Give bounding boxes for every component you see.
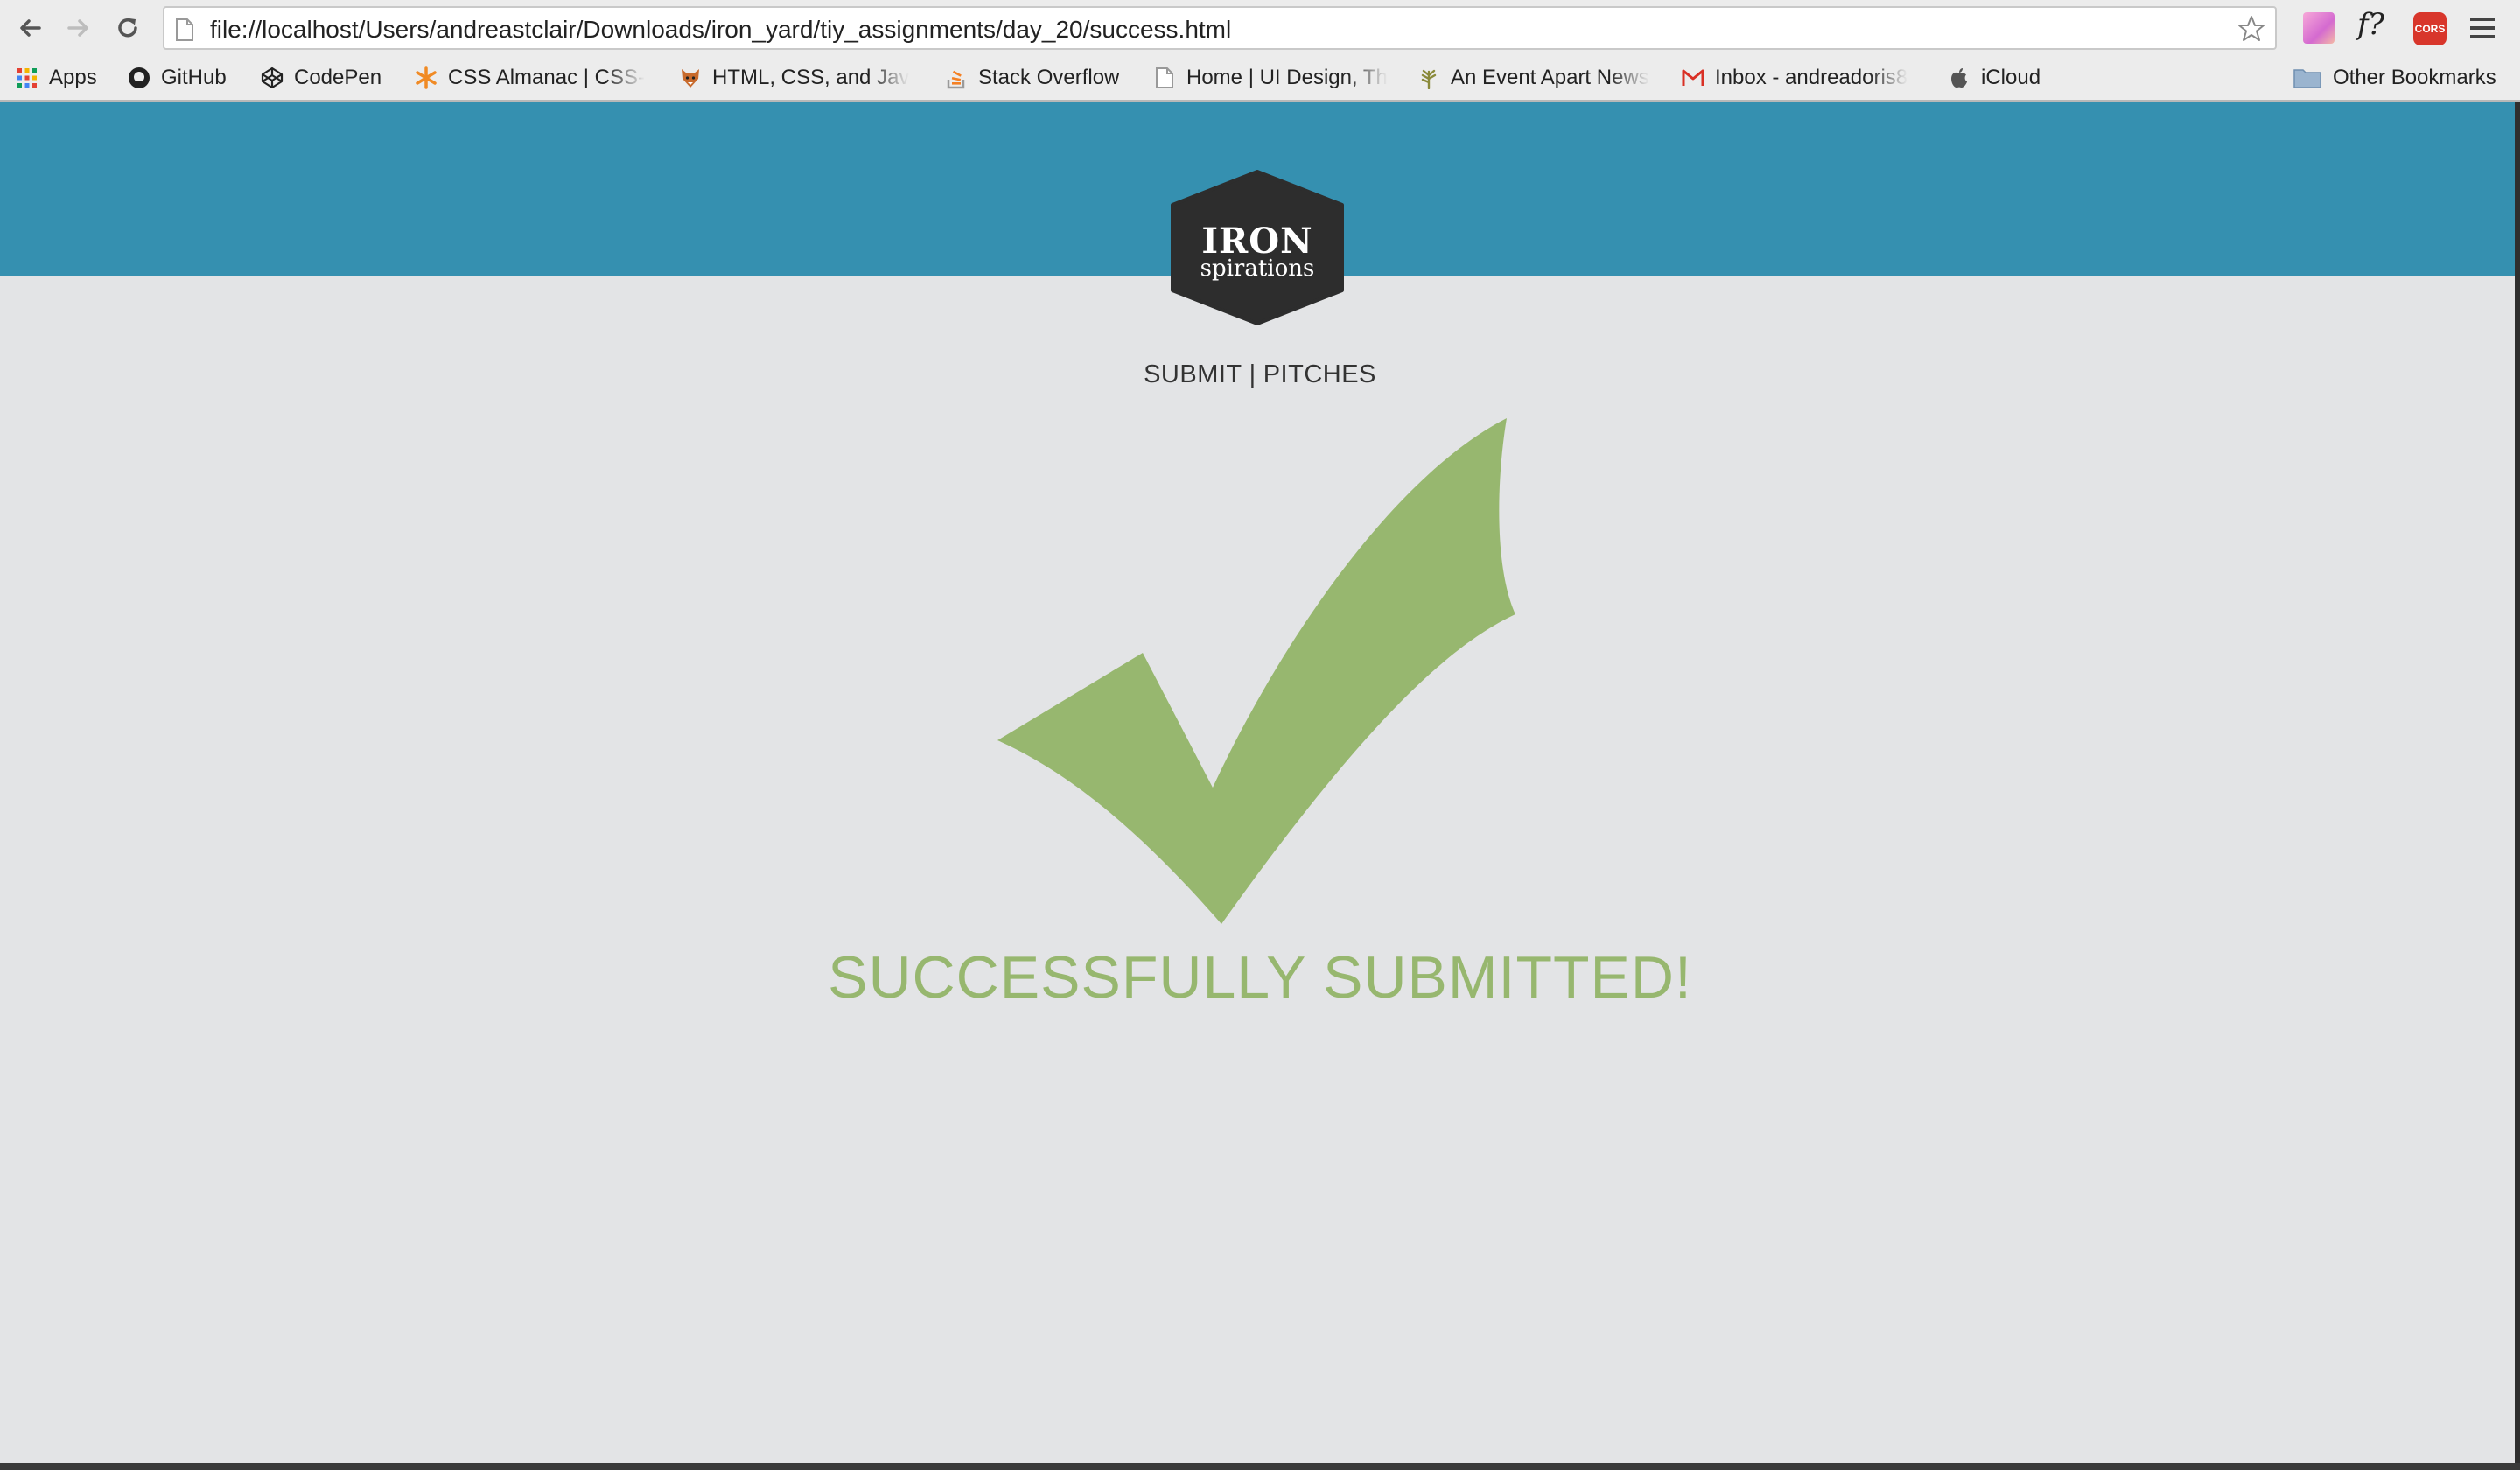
css-tricks-icon [415, 66, 438, 89]
bookmark-label: CSS Almanac | CSS- [448, 66, 645, 89]
bookmark-label: CodePen [294, 66, 382, 89]
gradient-extension-icon[interactable] [2303, 12, 2336, 46]
bookmark-label: An Event Apart News [1451, 66, 1649, 89]
url-text: file://localhost/Users/andreastclair/Dow… [210, 16, 1232, 43]
cors-label: CORS [2413, 12, 2446, 46]
cors-extension-icon[interactable]: CORS [2413, 12, 2446, 46]
logo-text-spirations: spirations [1200, 256, 1315, 282]
font-extension-icon[interactable]: f? [2357, 7, 2390, 42]
wheat-icon [1418, 66, 1440, 89]
bookmark-label: iCloud [1981, 66, 2041, 89]
bookmark-html-css[interactable]: HTML, CSS, and Jav [679, 63, 917, 93]
browser-chrome: file://localhost/Users/andreastclair/Dow… [0, 0, 2520, 102]
bookmark-other[interactable]: Other Bookmarks [2292, 63, 2496, 93]
fox-icon [679, 66, 702, 89]
bookmark-label: Inbox - andreadoris8 [1715, 66, 1908, 89]
stackoverflow-icon [945, 66, 968, 89]
address-bar[interactable]: file://localhost/Users/andreastclair/Dow… [163, 6, 2277, 50]
apple-icon [1948, 66, 1970, 89]
apps-grid-icon [16, 66, 38, 89]
bookmark-label: HTML, CSS, and Jav [712, 66, 910, 89]
codepen-icon [261, 66, 284, 89]
arrow-right-icon [67, 19, 88, 37]
github-icon [128, 66, 150, 89]
reload-icon [118, 18, 137, 38]
bookmark-label: Home | UI Design, Th [1186, 66, 1388, 89]
browser-toolbar: file://localhost/Users/andreastclair/Dow… [0, 0, 2520, 58]
main-nav: SUBMIT | PITCHES [0, 360, 2520, 389]
nav-separator: | [1249, 360, 1256, 388]
folder-icon [2292, 66, 2322, 89]
bookmark-stackoverflow[interactable]: Stack Overflow [945, 63, 1119, 93]
gmail-icon [1682, 66, 1704, 89]
bookmark-inbox[interactable]: Inbox - andreadoris8 [1682, 63, 1920, 93]
iron-spirations-logo[interactable]: IRON spirations [1169, 170, 1346, 326]
bookmarks-bar: Apps GitHub CodePen CSS Almanac | CSS- H… [0, 58, 2520, 98]
bookmark-star-icon[interactable] [2236, 14, 2266, 44]
menu-button[interactable] [2468, 14, 2501, 47]
window-edge-bottom [0, 1463, 2520, 1470]
bookmark-label: Apps [49, 66, 97, 89]
page-icon [176, 18, 193, 41]
bookmark-label: Stack Overflow [978, 66, 1120, 89]
bookmark-label: Other Bookmarks [2333, 66, 2496, 89]
bookmark-codepen[interactable]: CodePen [261, 63, 382, 93]
nav-pitches-link[interactable]: PITCHES [1264, 360, 1376, 388]
bookmark-css-almanac[interactable]: CSS Almanac | CSS- [415, 63, 654, 93]
arrow-left-icon [20, 19, 41, 37]
reload-button[interactable] [108, 9, 147, 47]
nav-submit-link[interactable]: SUBMIT [1144, 360, 1242, 388]
checkmark-icon [998, 418, 1516, 924]
bookmark-apps[interactable]: Apps [16, 63, 97, 93]
success-message: SUCCESSFULLY SUBMITTED! [828, 944, 1692, 1011]
font-extension-label: f? [2357, 7, 2384, 42]
bookmark-event-apart[interactable]: An Event Apart News [1418, 63, 1659, 93]
bookmark-github[interactable]: GitHub [128, 63, 227, 93]
window-edge-right [2515, 102, 2520, 1470]
page-icon [1153, 66, 1176, 89]
hamburger-menu-icon [2470, 18, 2495, 38]
bookmark-ui-design[interactable]: Home | UI Design, Th [1153, 63, 1393, 93]
bookmark-label: GitHub [161, 66, 227, 89]
forward-button[interactable] [60, 9, 98, 47]
bookmark-icloud[interactable]: iCloud [1948, 63, 2040, 93]
back-button[interactable] [10, 9, 49, 47]
